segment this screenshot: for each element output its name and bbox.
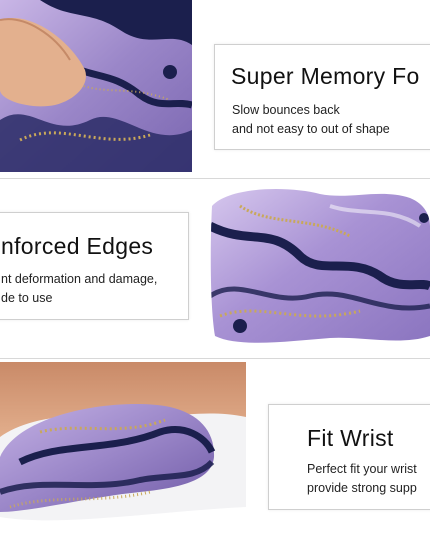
- feature-title: Super Memory Fo: [231, 63, 420, 89]
- feature-card: Fit Wrist Perfect fit your wrist provide…: [268, 404, 430, 510]
- feature-panel-fit-wrist: Fit Wrist Perfect fit your wrist provide…: [0, 362, 430, 537]
- wrist-rest-pressed-photo: [0, 0, 192, 172]
- feature-description-line: de to use: [1, 291, 53, 305]
- feature-description-line: provide strong supp: [307, 481, 417, 495]
- feature-card: Super Memory Fo Slow bounces back and no…: [214, 44, 430, 150]
- feature-title: nforced Edges: [1, 233, 154, 259]
- feature-description: nt deformation and damage, de to use: [1, 270, 157, 308]
- wrist-on-rest-photo: [0, 362, 246, 537]
- feature-card: nforced Edges nt deformation and damage,…: [0, 212, 189, 320]
- feature-panel-memory-foam: Super Memory Fo Slow bounces back and no…: [0, 0, 430, 176]
- feature-description-line: and not easy to out of shape: [232, 122, 390, 136]
- feature-description-line: Slow bounces back: [232, 103, 340, 117]
- feature-description: Slow bounces back and not easy to out of…: [232, 101, 390, 139]
- feature-title: Fit Wrist: [307, 425, 394, 451]
- feature-description-line: nt deformation and damage,: [1, 272, 158, 286]
- wrist-rest-product-photo: [210, 186, 430, 348]
- feature-description: Perfect fit your wrist provide strong su…: [307, 460, 417, 498]
- section-divider: [0, 178, 430, 179]
- section-divider: [0, 358, 430, 359]
- feature-description-line: Perfect fit your wrist: [307, 462, 417, 476]
- feature-panel-reinforced-edges: nforced Edges nt deformation and damage,…: [0, 180, 430, 356]
